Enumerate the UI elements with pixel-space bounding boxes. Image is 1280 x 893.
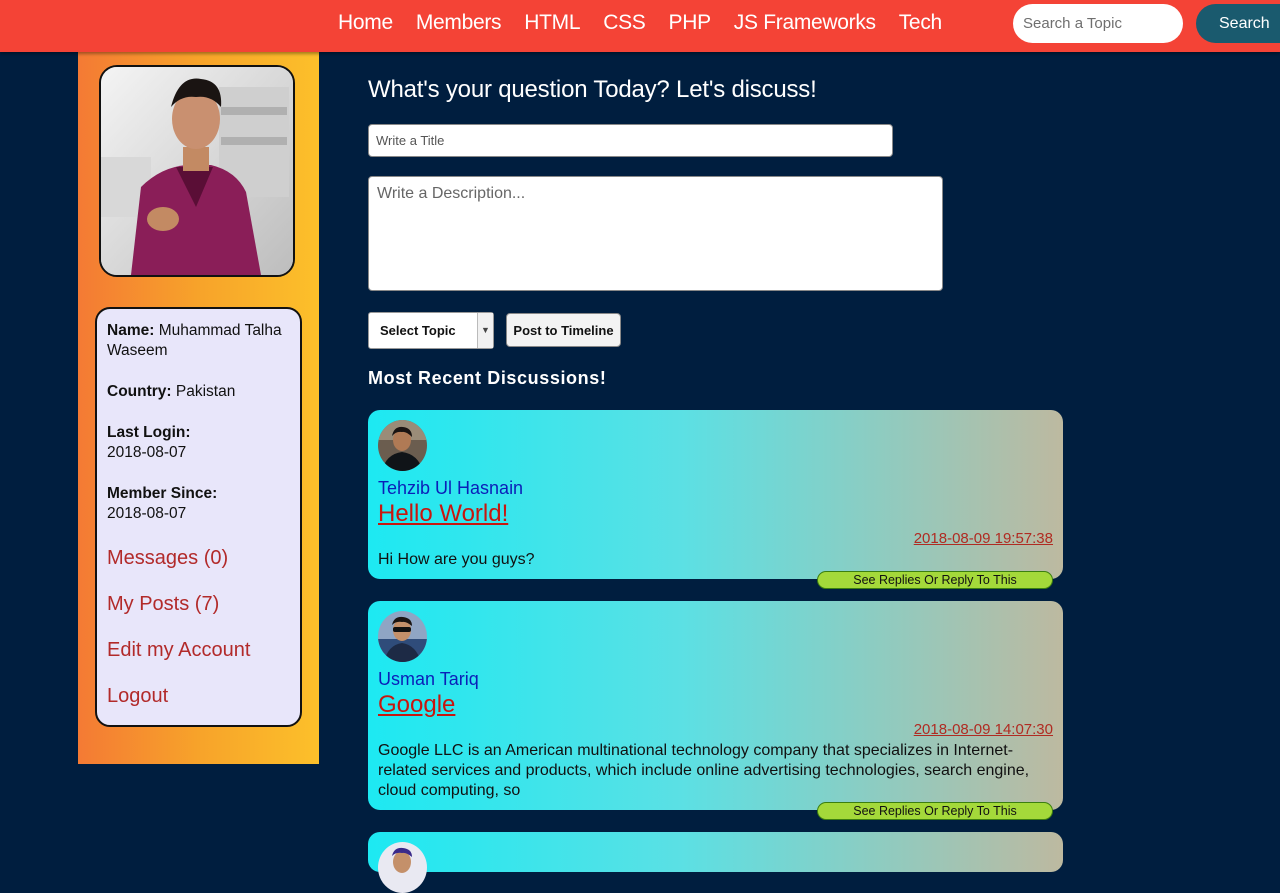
post-to-timeline-button[interactable]: Post to Timeline <box>506 313 621 347</box>
post-author[interactable]: Tehzib Ul Hasnain <box>378 478 523 499</box>
topic-select-value: Select Topic <box>380 323 456 338</box>
nav-link-css[interactable]: CSS <box>603 11 646 35</box>
discussion-card: Tehzib Ul Hasnain Hello World! 2018-08-0… <box>368 410 1063 589</box>
search-input[interactable] <box>1013 4 1183 43</box>
discussion-card: Usman Tariq Google 2018-08-09 14:07:30 G… <box>368 601 1063 820</box>
avatar-image <box>378 611 427 662</box>
post-title-input[interactable] <box>368 124 893 157</box>
member-since-value: 2018-08-07 <box>107 505 187 522</box>
author-avatar[interactable] <box>378 842 427 893</box>
post-body: Google LLC is an American multinational … <box>378 742 1030 799</box>
profile-sidebar: Name: Muhammad Talha Waseem Country: Pak… <box>78 52 319 764</box>
recent-discussions-heading: Most Recent Discussions! <box>368 368 607 388</box>
nav-link-tech[interactable]: Tech <box>899 11 942 35</box>
nav-link-html[interactable]: HTML <box>524 11 580 35</box>
post-description-input[interactable] <box>368 176 943 291</box>
member-since-label: Member Since: <box>107 485 218 502</box>
last-login-label: Last Login: <box>107 424 191 441</box>
author-avatar[interactable] <box>378 611 427 662</box>
my-posts-link[interactable]: My Posts (7) <box>107 591 290 618</box>
profile-info-card: Name: Muhammad Talha Waseem Country: Pak… <box>95 307 302 727</box>
post-body: Hi How are you guys? <box>378 551 535 568</box>
nav-link-home[interactable]: Home <box>338 11 393 35</box>
post-timestamp[interactable]: 2018-08-09 19:57:38 <box>914 530 1053 547</box>
profile-last-login-row: Last Login: 2018-08-07 <box>107 423 290 463</box>
profile-photo-image <box>101 67 293 275</box>
post-title-link[interactable]: Hello World! <box>378 500 508 528</box>
nav-link-js-frameworks[interactable]: JS Frameworks <box>734 11 876 35</box>
nav-links: Home Members HTML CSS PHP JS Frameworks … <box>338 0 965 46</box>
topic-select[interactable]: Select Topic ▼ <box>368 312 494 349</box>
profile-member-since-row: Member Since: 2018-08-07 <box>107 484 290 524</box>
see-replies-button[interactable]: See Replies Or Reply To This <box>817 802 1053 820</box>
nav-link-members[interactable]: Members <box>416 11 502 35</box>
name-label: Name: <box>107 322 155 339</box>
search-button[interactable]: Search <box>1196 4 1280 43</box>
chevron-down-icon: ▼ <box>477 313 493 348</box>
author-avatar[interactable] <box>378 420 427 471</box>
profile-name-row: Name: Muhammad Talha Waseem <box>107 321 290 361</box>
discussion-card <box>368 832 1063 893</box>
country-value: Pakistan <box>175 383 236 400</box>
post-author[interactable]: Usman Tariq <box>378 669 479 690</box>
profile-photo <box>99 65 295 277</box>
top-navbar: Home Members HTML CSS PHP JS Frameworks … <box>0 0 1280 52</box>
avatar-image <box>378 420 427 471</box>
messages-link[interactable]: Messages (0) <box>107 545 290 572</box>
composer-heading: What's your question Today? Let's discus… <box>368 76 817 103</box>
post-title-link[interactable]: Google <box>378 691 455 719</box>
profile-country-row: Country: Pakistan <box>107 382 290 402</box>
see-replies-button[interactable]: See Replies Or Reply To This <box>817 571 1053 589</box>
post-timestamp[interactable]: 2018-08-09 14:07:30 <box>914 721 1053 738</box>
country-label: Country: <box>107 383 172 400</box>
logout-link[interactable]: Logout <box>107 683 290 710</box>
edit-account-link[interactable]: Edit my Account <box>107 637 290 664</box>
avatar-image <box>378 842 427 893</box>
nav-link-php[interactable]: PHP <box>669 11 712 35</box>
last-login-value: 2018-08-07 <box>107 444 187 461</box>
